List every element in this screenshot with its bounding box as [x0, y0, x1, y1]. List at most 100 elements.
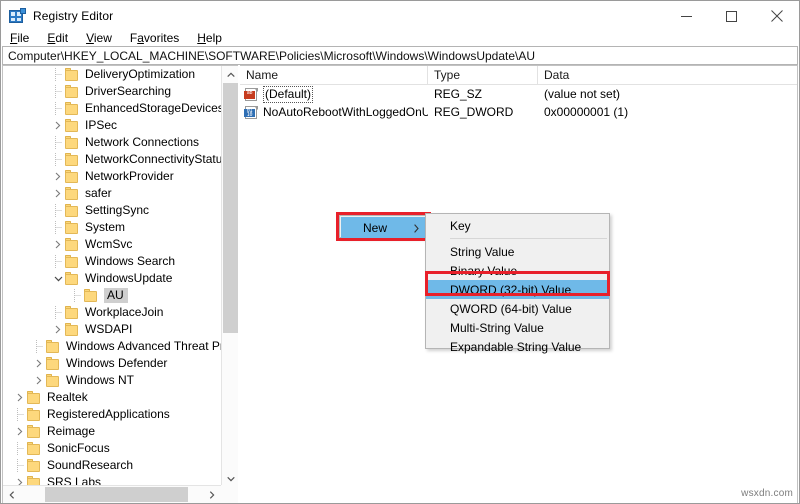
tree-item-registeredapplications[interactable]: RegisteredApplications [3, 406, 221, 423]
tree-item-label: SoundResearch [47, 458, 134, 472]
chevron-right-icon[interactable] [13, 389, 27, 406]
menu-help[interactable]: Help [188, 30, 231, 47]
tree-item-ipsec[interactable]: IPSec [3, 117, 221, 134]
tree-item-deliveryoptimization[interactable]: DeliveryOptimization [3, 66, 221, 83]
tree-item-soundresearch[interactable]: SoundResearch [3, 457, 221, 474]
window-controls [664, 1, 799, 31]
folder-icon [65, 85, 80, 98]
chevron-right-icon[interactable] [51, 117, 65, 134]
tree-connector [70, 287, 84, 304]
tree-scroll-thumb[interactable] [223, 83, 238, 333]
tree-item-reimage[interactable]: Reimage [3, 423, 221, 440]
chevron-right-icon[interactable] [32, 355, 46, 372]
list-item[interactable]: 01 10 NoAutoRebootWithLoggedOnU... REG_DWOR… [240, 103, 797, 121]
tree-item-windowsupdate[interactable]: WindowsUpdate [3, 270, 221, 287]
scrollbar-corner [221, 485, 238, 503]
menu-favorites[interactable]: Favorites [121, 30, 188, 47]
context-menu-parent: New [339, 215, 428, 238]
list-item[interactable]: ab (Default) REG_SZ (value not set) [240, 85, 797, 103]
tree-item-label: WcmSvc [85, 237, 133, 251]
value-name: (Default) [263, 85, 314, 103]
menu-file[interactable]: File [1, 30, 38, 47]
tree-item-system[interactable]: System [3, 219, 221, 236]
title-bar: Registry Editor [1, 1, 799, 31]
tree-item-workplacejoin[interactable]: WorkplaceJoin [3, 304, 221, 321]
folder-icon [65, 238, 80, 251]
tree-item-enhancedstoragedevices[interactable]: EnhancedStorageDevices [3, 100, 221, 117]
scroll-left-icon[interactable] [3, 486, 21, 503]
tree-item-driversearching[interactable]: DriverSearching [3, 83, 221, 100]
tree-hscroll-thumb[interactable] [45, 487, 188, 502]
registry-tree[interactable]: DeliveryOptimization DriverSearching Enhan… [3, 66, 221, 487]
tree-item-label: Realtek [47, 390, 88, 404]
chevron-right-icon[interactable] [51, 168, 65, 185]
chevron-right-icon[interactable] [51, 236, 65, 253]
chevron-right-icon[interactable] [13, 423, 27, 440]
tree-connector [13, 406, 27, 423]
menu-item-new[interactable]: New [341, 217, 426, 238]
menu-view[interactable]: View [77, 30, 121, 47]
tree-item-realtek[interactable]: Realtek [3, 389, 221, 406]
menu-item-binary-value[interactable]: Binary Value [426, 261, 609, 280]
tree-item-windows-defender[interactable]: Windows Defender [3, 355, 221, 372]
column-header-type[interactable]: Type [428, 66, 538, 85]
menu-item-multi-string-value[interactable]: Multi-String Value [426, 318, 609, 337]
menu-item-expandable-string-value[interactable]: Expandable String Value [426, 337, 609, 356]
tree-item-label: SonicFocus [47, 441, 110, 455]
tree-item-label: Windows NT [66, 373, 135, 387]
folder-icon [65, 68, 80, 81]
tree-item-windows-advanced-threat-protec[interactable]: Windows Advanced Threat Protec [3, 338, 221, 355]
tree-item-sonicfocus[interactable]: SonicFocus [3, 440, 221, 457]
tree-item-label: safer [85, 186, 112, 200]
value-type: REG_SZ [434, 87, 483, 101]
menu-edit[interactable]: Edit [38, 30, 77, 47]
tree-connector [32, 338, 46, 355]
menu-item-label: Expandable String Value [450, 339, 582, 354]
tree-item-label: Network Connections [85, 135, 200, 149]
minimize-button[interactable] [664, 1, 709, 31]
tree-item-settingsync[interactable]: SettingSync [3, 202, 221, 219]
tree-connector [13, 457, 27, 474]
menu-item-label: String Value [450, 244, 515, 259]
scroll-up-icon[interactable] [222, 66, 238, 83]
window-title: Registry Editor [33, 9, 114, 23]
close-button[interactable] [754, 1, 799, 31]
chevron-right-icon[interactable] [32, 372, 46, 389]
menu-item-dword-32-bit-value[interactable]: DWORD (32-bit) Value [426, 280, 609, 299]
address-bar[interactable]: Computer\HKEY_LOCAL_MACHINE\SOFTWARE\Pol… [2, 46, 798, 65]
tree-vertical-scrollbar[interactable] [221, 66, 238, 487]
tree-item-label: Windows Defender [66, 356, 168, 370]
chevron-right-icon[interactable] [51, 185, 65, 202]
tree-item-au[interactable]: AU [3, 287, 221, 304]
tree-item-safer[interactable]: safer [3, 185, 221, 202]
scroll-right-icon[interactable] [203, 486, 221, 503]
menu-item-key[interactable]: Key [426, 216, 609, 235]
tree-item-label: WindowsUpdate [85, 271, 173, 285]
tree-item-wsdapi[interactable]: WSDAPI [3, 321, 221, 338]
tree-item-label: DeliveryOptimization [85, 67, 196, 81]
chevron-down-icon[interactable] [51, 270, 65, 287]
tree-item-windows-search[interactable]: Windows Search [3, 253, 221, 270]
tree-item-windows-nt[interactable]: Windows NT [3, 372, 221, 389]
list-header: Name Type Data [240, 66, 797, 85]
menu-item-qword-64-bit-value[interactable]: QWORD (64-bit) Value [426, 299, 609, 318]
tree-horizontal-scrollbar[interactable] [3, 485, 238, 503]
folder-icon [46, 357, 61, 370]
maximize-button[interactable] [709, 1, 754, 31]
reg-sz-icon: ab [244, 87, 259, 101]
tree-item-wcmsvc[interactable]: WcmSvc [3, 236, 221, 253]
tree-item-network-connections[interactable]: Network Connections [3, 134, 221, 151]
column-header-data[interactable]: Data [538, 66, 796, 85]
tree-item-networkprovider[interactable]: NetworkProvider [3, 168, 221, 185]
tree-item-label: WorkplaceJoin [85, 305, 164, 319]
tree-connector [51, 304, 65, 321]
column-header-name[interactable]: Name [240, 66, 428, 85]
folder-icon [46, 374, 61, 387]
tree-item-networkconnectivitystatusind[interactable]: NetworkConnectivityStatusInd [3, 151, 221, 168]
registry-values-list[interactable]: ab (Default) REG_SZ (value not set) 01 10 NoAu… [240, 85, 797, 121]
context-menu-new-submenu[interactable]: Key String Value Binary Value DWORD (32-bit… [425, 213, 610, 354]
chevron-right-icon[interactable] [51, 321, 65, 338]
menu-item-string-value[interactable]: String Value [426, 242, 609, 261]
folder-icon [27, 408, 42, 421]
folder-icon [65, 323, 80, 336]
